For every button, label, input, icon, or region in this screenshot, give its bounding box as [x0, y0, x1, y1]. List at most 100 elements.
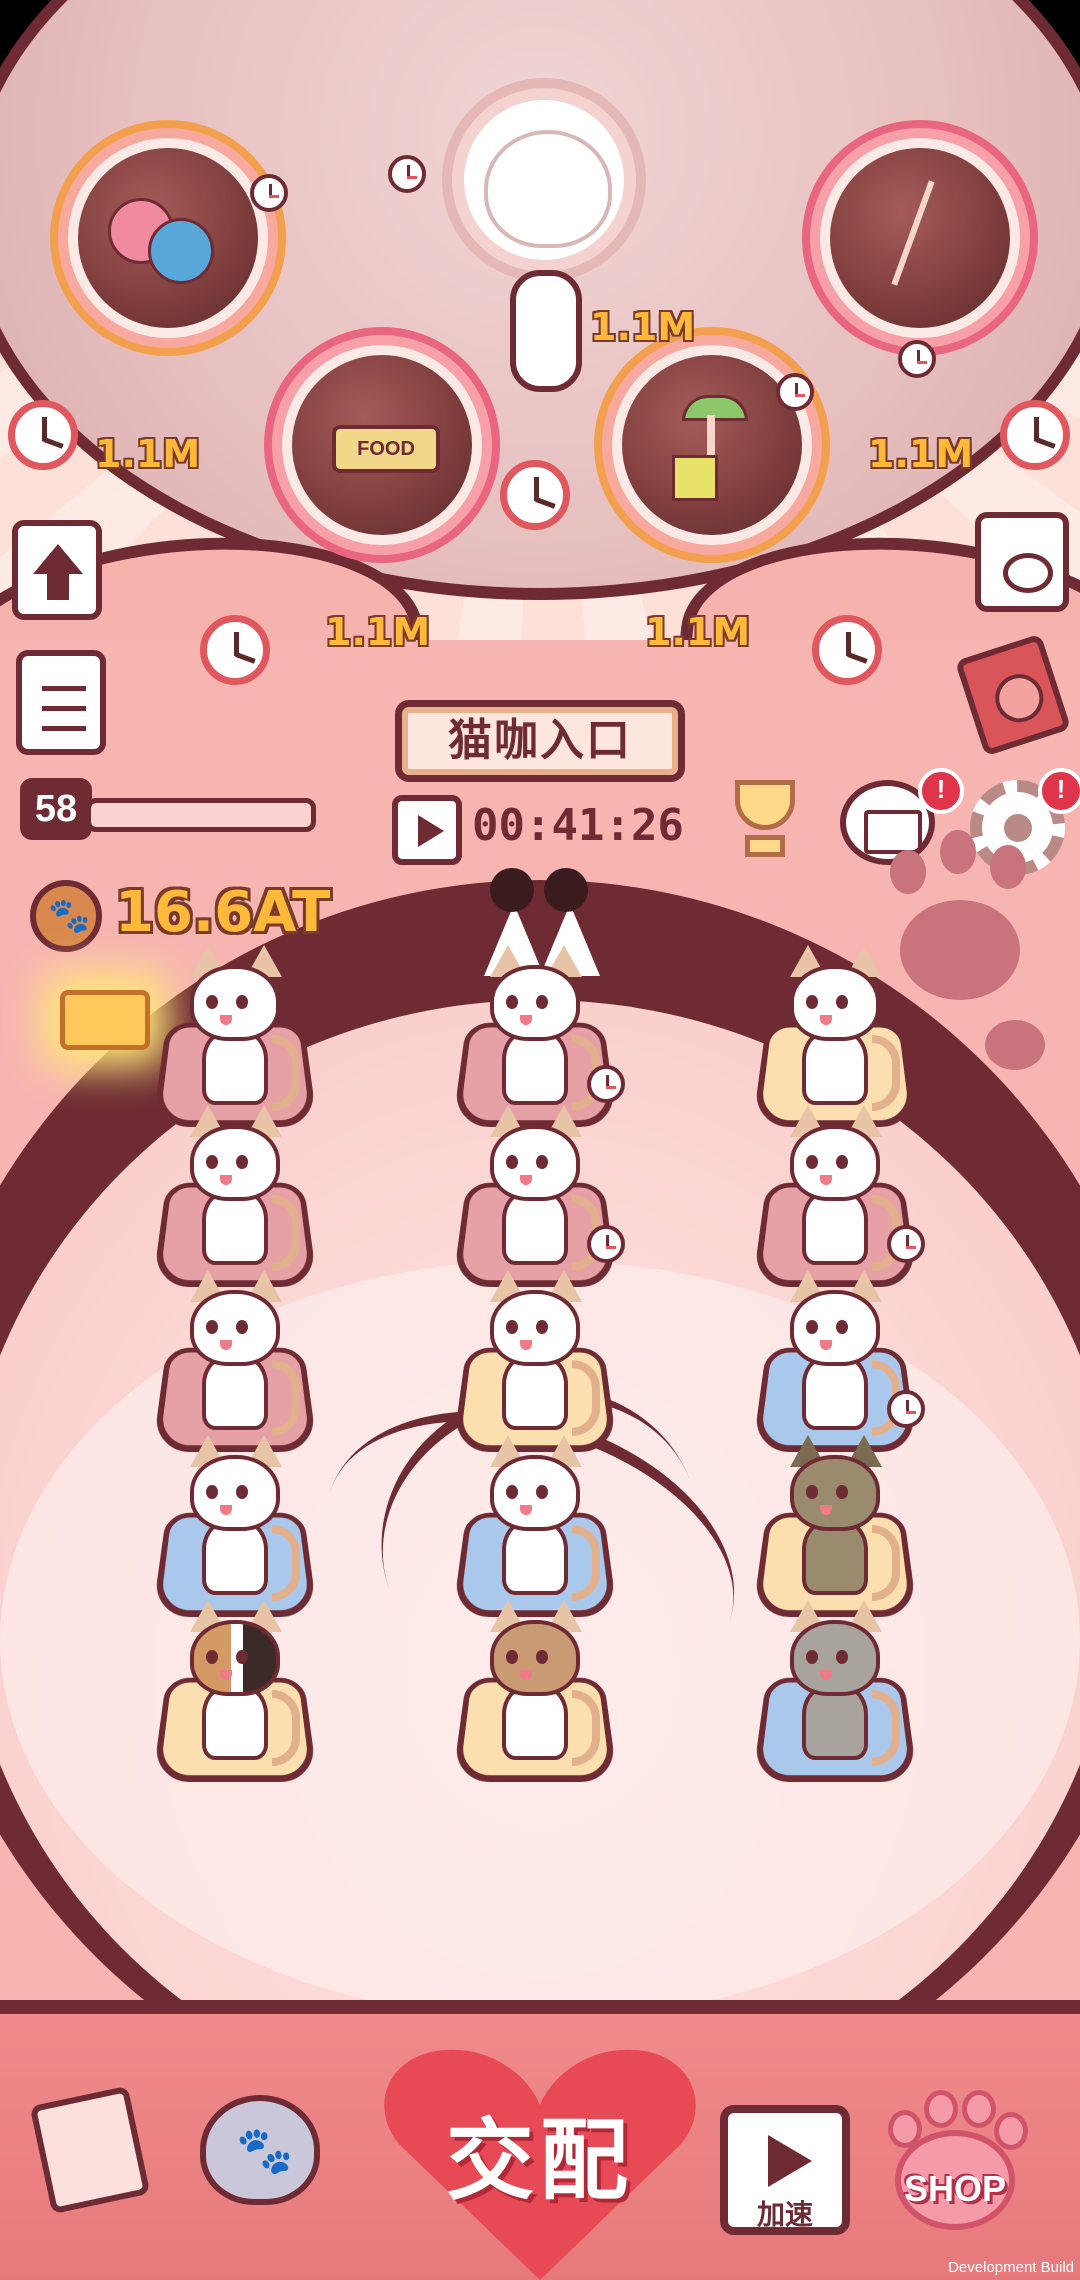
cat-cream-siamese[interactable]	[780, 945, 900, 1111]
game-screen: FOOD 1.1M 1.1M 1.1M 1.1M 1.1M 58 猫咖入口 00	[0, 0, 1080, 2280]
trophy-button[interactable]	[715, 780, 815, 870]
cat-cream-siamese[interactable]	[180, 1105, 300, 1271]
silhouette-head	[544, 868, 588, 912]
shop-button[interactable]: SHOP	[880, 2090, 1030, 2250]
cat-cream-siamese[interactable]	[480, 1105, 600, 1271]
paw-print-icon	[985, 1020, 1045, 1070]
cat-eye-l	[806, 1155, 818, 1169]
cat-head	[490, 1455, 580, 1531]
cat-tabby[interactable]	[780, 1435, 900, 1601]
yarn-blue-icon	[148, 218, 214, 284]
slot-timer-icon	[388, 155, 426, 193]
cat-eye-r	[536, 995, 548, 1009]
gift-icon[interactable]	[60, 990, 150, 1050]
cat-eye-r	[236, 995, 248, 1009]
cat-head	[790, 1455, 880, 1531]
upgrade-icon-stem	[47, 572, 69, 600]
income-label: 1.1M	[325, 610, 431, 654]
spout	[510, 270, 582, 392]
paw-toe	[924, 2090, 958, 2128]
toy-slot-cat-tower[interactable]	[612, 345, 812, 545]
cat-cream-siamese[interactable]	[780, 1270, 900, 1436]
cat-eye-r	[536, 1485, 548, 1499]
cat-calico[interactable]	[180, 1600, 300, 1766]
cat-brown-tabby[interactable]	[480, 1600, 600, 1766]
recycle-box-button[interactable]	[975, 512, 1069, 612]
upgrade-icon	[33, 544, 83, 574]
cat-grey-longhair[interactable]	[780, 1600, 900, 1766]
cat-eye-l	[206, 1155, 218, 1169]
toy-slot-yarn[interactable]	[68, 138, 268, 338]
cat-eye-r	[536, 1155, 548, 1169]
cat-tower-box	[672, 455, 718, 501]
paw-print-icon	[900, 900, 1020, 1000]
trophy-icon	[735, 780, 795, 830]
cat-tag-icon[interactable]	[200, 2095, 320, 2205]
cat-head	[190, 1125, 280, 1201]
clock-icon[interactable]	[8, 400, 78, 470]
cat-eye-r	[836, 1155, 848, 1169]
income-label: 1.1M	[868, 432, 974, 476]
level-progress-bar	[86, 798, 316, 832]
cat-eye-r	[236, 1155, 248, 1169]
cat-cream-siamese[interactable]	[180, 1435, 300, 1601]
cat-head	[790, 1620, 880, 1696]
paw-toe	[994, 2112, 1028, 2150]
mate-button[interactable]: 交配	[380, 2045, 700, 2280]
cat-eye-r	[236, 1485, 248, 1499]
checklist-line	[42, 706, 86, 711]
cat-head	[490, 1125, 580, 1201]
clock-icon[interactable]	[500, 460, 570, 530]
food-bowl-icon: FOOD	[332, 425, 440, 473]
cat-cream-siamese[interactable]	[480, 1435, 600, 1601]
paw-toe	[962, 2090, 996, 2128]
silhouette-head	[490, 868, 534, 912]
level-badge: 58	[20, 778, 92, 840]
cat-cafe-entrance-button[interactable]: 猫咖入口	[395, 700, 685, 782]
cat-head	[190, 1455, 280, 1531]
toy-slot-fishing-rod[interactable]	[820, 138, 1020, 338]
cat-head	[490, 1290, 580, 1366]
income-label: 1.1M	[95, 432, 201, 476]
cat-timer-icon	[587, 1225, 625, 1263]
gear-alert-badge: !	[1038, 768, 1080, 814]
cat-cream-siamese[interactable]	[480, 1270, 600, 1436]
cat-eye-r	[836, 1320, 848, 1334]
shop-label: SHOP	[903, 2168, 1007, 2209]
cat-eye-r	[536, 1320, 548, 1334]
cat-eye-l	[206, 995, 218, 1009]
slot-timer-icon	[776, 373, 814, 411]
cat-head	[490, 1620, 580, 1696]
cat-eye-l	[506, 1485, 518, 1499]
cat-head	[490, 965, 580, 1041]
speed-up-label: 加速	[756, 2199, 813, 2230]
upgrade-button[interactable]	[12, 520, 102, 620]
cat-head	[190, 965, 280, 1041]
speed-up-button[interactable]: 加速	[720, 2105, 850, 2235]
cat-head	[790, 965, 880, 1041]
cat-cream-siamese[interactable]	[180, 945, 300, 1111]
cat-eye-r	[236, 1650, 248, 1664]
clock-icon[interactable]	[812, 615, 882, 685]
cat-eye-l	[506, 1155, 518, 1169]
cat-cream-siamese[interactable]	[780, 1105, 900, 1271]
cat-eye-r	[836, 995, 848, 1009]
slot-timer-icon	[898, 340, 936, 378]
center-cat-slot[interactable]	[452, 88, 636, 272]
play-icon[interactable]	[392, 795, 462, 865]
task-list-button[interactable]	[16, 650, 106, 755]
coin-icon	[30, 880, 102, 952]
cat-eye-l	[206, 1485, 218, 1499]
white-cat-face	[484, 130, 612, 248]
toy-slot-food[interactable]: FOOD	[282, 345, 482, 545]
cat-eye-l	[806, 995, 818, 1009]
cat-cream-siamese[interactable]	[180, 1270, 300, 1436]
cat-head	[190, 1290, 280, 1366]
clock-icon[interactable]	[200, 615, 270, 685]
cat-cream-siamese[interactable]	[480, 945, 600, 1111]
cat-tower-icon	[682, 395, 748, 421]
slot-timer-icon	[250, 174, 288, 212]
clock-icon[interactable]	[1000, 400, 1070, 470]
cat-eye-l	[806, 1320, 818, 1334]
cat-head	[190, 1620, 280, 1696]
